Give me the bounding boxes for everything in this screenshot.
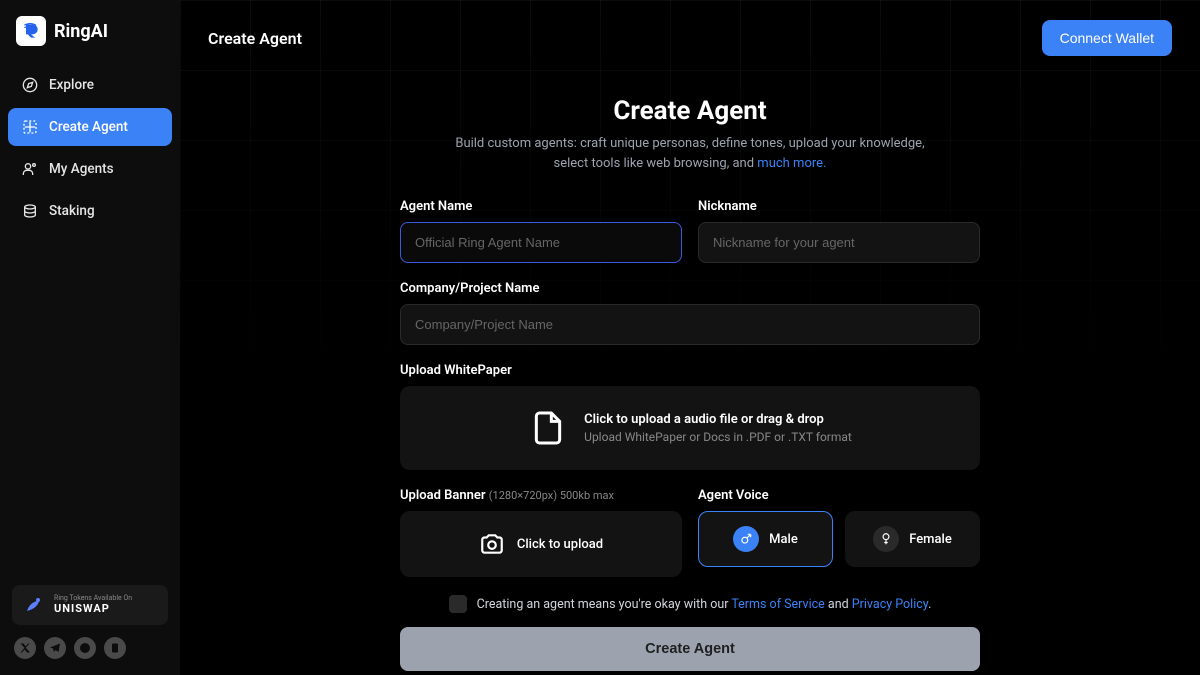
- doc-icon: [109, 642, 121, 654]
- social-docs[interactable]: [104, 637, 126, 659]
- agent-name-label: Agent Name: [400, 199, 682, 214]
- social-x[interactable]: [14, 637, 36, 659]
- tos-link[interactable]: Terms of Service: [731, 597, 824, 612]
- sidebar-item-staking[interactable]: Staking: [8, 192, 172, 230]
- sidebar-item-create-agent[interactable]: Create Agent: [8, 108, 172, 146]
- sidebar: RingAI Explore Create Agent My Agents St…: [0, 0, 180, 675]
- file-icon: [528, 408, 568, 448]
- compass-icon: [22, 77, 38, 93]
- uniswap-link[interactable]: Ring Tokens Available On UNISWAP: [12, 585, 168, 625]
- telegram-icon: [49, 642, 61, 654]
- create-icon: [22, 119, 38, 135]
- nickname-input[interactable]: [698, 222, 980, 263]
- sidebar-item-label: Explore: [49, 77, 94, 93]
- voice-label: Agent Voice: [698, 488, 980, 503]
- consent-checkbox[interactable]: [449, 595, 467, 613]
- social-web[interactable]: [74, 637, 96, 659]
- logo-text: RingAI: [54, 21, 108, 42]
- hero-subtitle: Build custom agents: craft unique person…: [400, 134, 980, 173]
- social-telegram[interactable]: [44, 637, 66, 659]
- logo-icon: [16, 16, 46, 46]
- sidebar-item-label: My Agents: [49, 161, 114, 177]
- staking-icon: [22, 203, 38, 219]
- agents-icon: [22, 161, 38, 177]
- company-label: Company/Project Name: [400, 281, 980, 296]
- camera-icon: [479, 531, 505, 557]
- upload-hint: Upload WhitePaper or Docs in .PDF or .TX…: [584, 430, 852, 444]
- sidebar-item-explore[interactable]: Explore: [8, 66, 172, 104]
- banner-cta: Click to upload: [517, 537, 603, 552]
- upload-title: Click to upload a audio file or drag & d…: [584, 412, 852, 427]
- uniswap-name: UNISWAP: [54, 603, 132, 615]
- sidebar-item-label: Create Agent: [49, 119, 128, 135]
- main: Create Agent Connect Wallet Create Agent…: [180, 0, 1200, 675]
- privacy-link[interactable]: Privacy Policy: [852, 597, 928, 612]
- sidebar-item-label: Staking: [49, 203, 95, 219]
- female-icon: [873, 526, 899, 552]
- connect-wallet-button[interactable]: Connect Wallet: [1042, 20, 1172, 56]
- voice-male-button[interactable]: Male: [698, 511, 833, 567]
- male-icon: [733, 526, 759, 552]
- agent-name-input[interactable]: [400, 222, 682, 263]
- globe-icon: [79, 642, 91, 654]
- banner-label: Upload Banner (1280×720px) 500kb max: [400, 488, 682, 503]
- voice-female-button[interactable]: Female: [845, 511, 980, 567]
- logo[interactable]: RingAI: [0, 16, 180, 66]
- whitepaper-label: Upload WhitePaper: [400, 363, 980, 378]
- sidebar-item-my-agents[interactable]: My Agents: [8, 150, 172, 188]
- whitepaper-upload[interactable]: Click to upload a audio file or drag & d…: [400, 386, 980, 470]
- uniswap-icon: [22, 593, 46, 617]
- hero-title: Create Agent: [400, 96, 980, 126]
- create-agent-button[interactable]: Create Agent: [400, 627, 980, 671]
- nav: Explore Create Agent My Agents Staking: [0, 66, 180, 230]
- page-title: Create Agent: [208, 29, 302, 48]
- company-input[interactable]: [400, 304, 980, 345]
- consent-row: Creating an agent means you're okay with…: [400, 595, 980, 613]
- x-icon: [19, 642, 31, 654]
- banner-upload[interactable]: Click to upload: [400, 511, 682, 577]
- much-more-link[interactable]: much more.: [757, 156, 826, 171]
- nickname-label: Nickname: [698, 199, 980, 214]
